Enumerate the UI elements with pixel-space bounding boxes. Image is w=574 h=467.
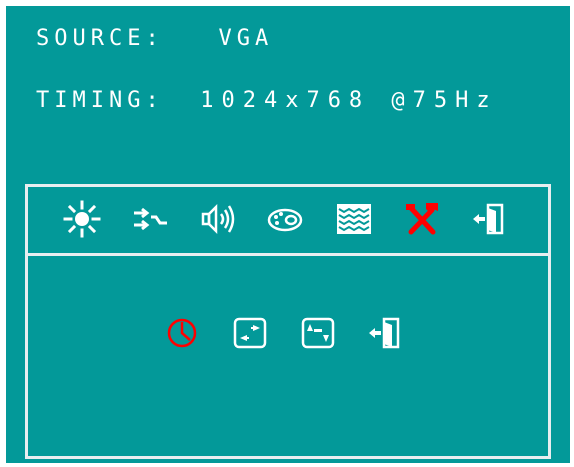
image-setup-icon[interactable] xyxy=(334,199,374,239)
brightness-icon[interactable] xyxy=(62,199,102,239)
source-label: SOURCE: xyxy=(36,26,164,51)
timing-info: TIMING: 1024x768 @75Hz xyxy=(36,88,498,113)
vertical-position-icon[interactable] xyxy=(298,313,338,353)
timing-label: TIMING: xyxy=(36,88,164,113)
tools-icon[interactable] xyxy=(402,199,442,239)
audio-icon[interactable] xyxy=(198,199,238,239)
exit-icon[interactable] xyxy=(366,313,406,353)
menu-panel xyxy=(25,184,551,459)
clock-icon[interactable] xyxy=(162,313,202,353)
source-info: SOURCE: VGA xyxy=(36,26,273,51)
exit-icon[interactable] xyxy=(470,199,510,239)
color-palette-icon[interactable] xyxy=(265,199,305,239)
timing-value: 1024x768 @75Hz xyxy=(200,88,498,113)
source-value: VGA xyxy=(218,26,274,51)
osd-window: SOURCE: VGA TIMING: 1024x768 @75Hz xyxy=(6,6,570,463)
horizontal-position-icon[interactable] xyxy=(230,313,270,353)
input-source-icon[interactable] xyxy=(130,199,170,239)
panel-divider xyxy=(28,253,548,256)
